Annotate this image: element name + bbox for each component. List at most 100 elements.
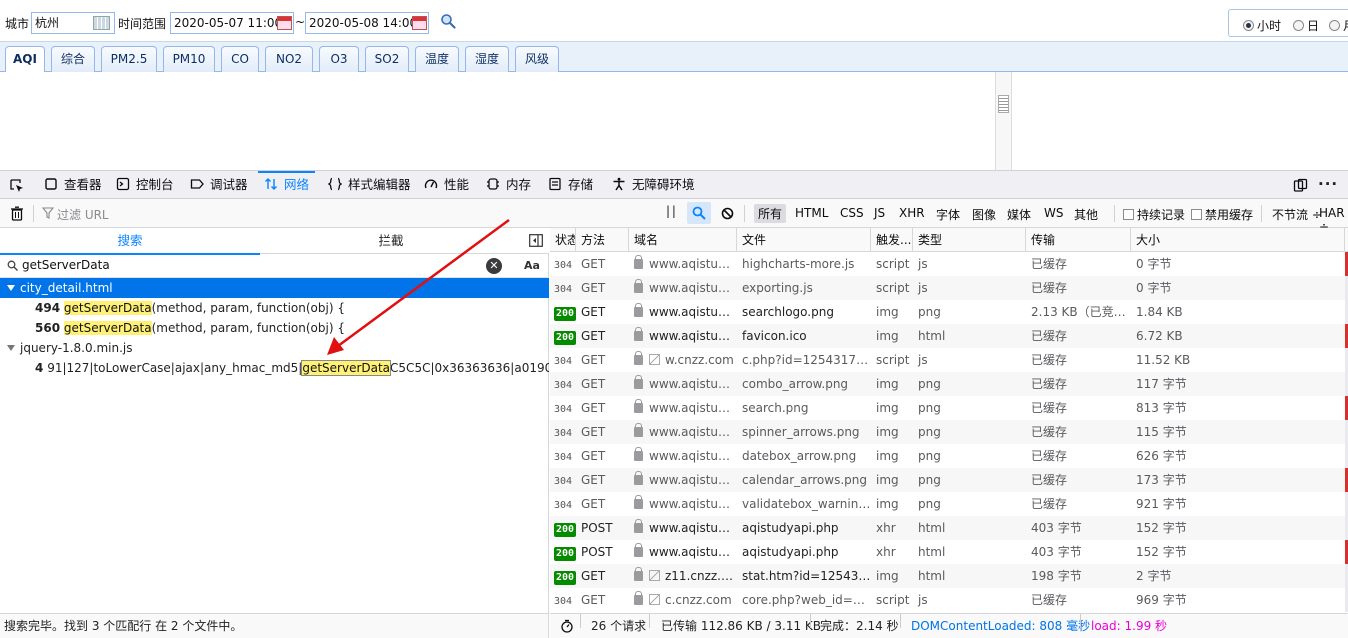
tab-o3[interactable]: O3 [319,46,359,72]
type-filter-7[interactable]: 媒体 [1007,206,1031,223]
more-options-icon[interactable]: ··· [1318,175,1338,193]
tab-co[interactable]: CO [221,46,259,72]
tab--9[interactable]: 湿度 [465,46,509,72]
tab-aqi[interactable]: AQI [5,46,45,73]
tab-block[interactable]: 拦截 [260,228,522,254]
cell-method: GET [581,329,606,343]
result-match-row[interactable]: 560 getServerData(method, param, functio… [0,318,549,338]
element-picker-icon[interactable] [9,178,24,193]
result-match-row[interactable]: 494 getServerData(method, param, functio… [0,298,549,318]
table-row[interactable]: 304 GET www.aqistudy... calendar_arrows.png… [550,468,1348,492]
clear-search-icon[interactable]: ✕ [486,258,502,274]
radio-hour[interactable]: 小时 [1243,17,1281,34]
tab-pm10[interactable]: PM10 [163,46,215,72]
column-header-6[interactable]: 传输 [1026,228,1131,252]
type-filter-8[interactable]: WS [1044,206,1063,220]
table-row[interactable]: 304 GET www.aqistudy... validatebox_warning… [550,492,1348,516]
type-filter-2[interactable]: CSS [840,206,864,220]
table-row[interactable]: 304 GET www.aqistudy... combo_arrow.png img p… [550,372,1348,396]
table-row[interactable]: 304 GET www.aqistudy... datebox_arrow.png im… [550,444,1348,468]
type-filter-9[interactable]: 其他 [1074,206,1098,223]
devtools-tab-console[interactable]: 控制台 [116,171,174,199]
cell-domain: www.aqistudy... [629,396,737,420]
column-header-4[interactable]: 触发... [871,228,913,252]
radio-month[interactable]: 月 [1329,17,1348,34]
responsive-design-icon[interactable] [1293,178,1308,193]
trash-icon[interactable] [10,206,24,221]
devtools-tab-inspector[interactable]: 查看器 [44,171,102,199]
vertical-scrollbar[interactable] [995,72,1012,170]
search-icon[interactable] [440,13,456,29]
tab-pm25[interactable]: PM2.5 [101,46,157,72]
table-row[interactable]: 304 GET www.aqistudy... exporting.js script j… [550,276,1348,300]
scroll-thumb[interactable] [998,95,1009,113]
devtools-tab-memory[interactable]: 内存 [486,171,531,199]
expand-triangle-icon[interactable] [7,345,15,351]
table-row[interactable]: 200 GET www.aqistudy... searchlogo.png img pn… [550,300,1348,324]
expand-triangle-icon[interactable] [7,285,15,291]
result-match-row[interactable]: 4 91|127|toLowerCase|ajax|any_hmac_md5|g… [0,358,549,378]
radio-day[interactable]: 日 [1293,17,1319,34]
stopwatch-icon[interactable] [560,619,574,633]
tab-search[interactable]: 搜索 [0,228,260,255]
calendar-icon[interactable] [277,16,292,30]
collapse-panel-icon[interactable] [529,234,543,247]
type-filter-3[interactable]: JS [874,206,885,220]
end-time-input[interactable]: 2020-05-08 14:00 [305,12,429,34]
cell-size: 626 字节 [1136,449,1187,463]
table-row[interactable]: 304 GET c.cnzz.com core.php?web_id=12... scr… [550,588,1348,612]
lock-icon [634,279,643,293]
filter-url-input[interactable]: 过滤 URL [57,206,109,223]
column-header-7[interactable]: 大小 [1131,228,1345,252]
type-filter-6[interactable]: 图像 [972,206,996,223]
start-time-input[interactable]: 2020-05-07 11:00 [170,12,294,34]
tab-so2[interactable]: SO2 [365,46,409,72]
type-filter-4[interactable]: XHR [899,206,925,220]
result-file-row[interactable]: city_detail.html [0,278,549,298]
devtools-tab-storage[interactable]: 存储 [548,171,593,199]
tab--1[interactable]: 综合 [51,46,95,72]
tab--10[interactable]: 风级 [515,46,559,72]
disable-cache-checkbox[interactable]: 禁用缓存 [1191,206,1253,223]
search-box[interactable]: getServerData ✕ Aa [0,254,549,278]
search-toggle-button[interactable] [687,202,711,224]
devtools-tab-network[interactable]: 网络 [257,171,316,199]
city-dropdown-icon[interactable] [93,16,110,30]
table-row[interactable]: 304 GET www.aqistudy... search.png img png 已缓存… [550,396,1348,420]
column-header-0[interactable]: 状态 [550,228,576,252]
cell-method: GET [581,497,606,511]
table-row[interactable]: 200 POST www.aqistudy... aqistudyapi.php xhr… [550,540,1348,564]
devtools-tab-style-editor[interactable]: 样式编辑器 [328,171,411,199]
table-row[interactable]: 304 GET w.cnzz.com c.php?id=125431717... scr… [550,348,1348,372]
table-row[interactable]: 304 GET www.aqistudy... highcharts-more.js s… [550,252,1348,276]
tab-no2[interactable]: NO2 [265,46,313,72]
result-file-row[interactable]: jquery-1.8.0.min.js [0,338,549,358]
case-sensitive-toggle[interactable]: Aa [524,259,540,272]
throttle-select[interactable]: 不节流 ÷ [1272,206,1322,223]
tab--8[interactable]: 温度 [415,46,459,72]
persist-logs-checkbox[interactable]: 持续记录 [1123,206,1185,223]
cell-cause: xhr [876,521,896,535]
cell-size: 6.72 KB [1136,329,1183,343]
type-filter-5[interactable]: 字体 [936,206,960,223]
table-row[interactable]: 200 POST www.aqistudy... aqistudyapi.php xhr… [550,516,1348,540]
devtools-tab-performance[interactable]: 性能 [424,171,469,199]
column-header-2[interactable]: 域名 [629,228,737,252]
table-row[interactable]: 200 GET z11.cnzz.c... stat.htm?id=1254317..… [550,564,1348,588]
pause-icon[interactable]: | | [666,204,676,218]
column-header-3[interactable]: 文件 [737,228,871,252]
search-query-value[interactable]: getServerData [22,258,110,272]
devtools-tab-debugger[interactable]: 调试器 [190,171,248,199]
column-header-5[interactable]: 类型 [913,228,1026,252]
block-icon[interactable] [721,207,734,220]
type-filter-0[interactable]: 所有 [754,204,787,223]
table-row[interactable]: 304 GET www.aqistudy... spinner_arrows.png i… [550,420,1348,444]
status-badge: 304 [554,500,573,511]
devtools-tab-accessibility[interactable]: 无障碍环境 [612,171,695,199]
city-select[interactable]: 杭州 [31,12,115,34]
table-row[interactable]: 200 GET www.aqistudy... favicon.ico img html 已… [550,324,1348,348]
type-filter-1[interactable]: HTML [795,206,828,220]
calendar-icon[interactable] [412,16,427,30]
lock-icon [634,255,643,269]
column-header-1[interactable]: 方法 [576,228,629,252]
